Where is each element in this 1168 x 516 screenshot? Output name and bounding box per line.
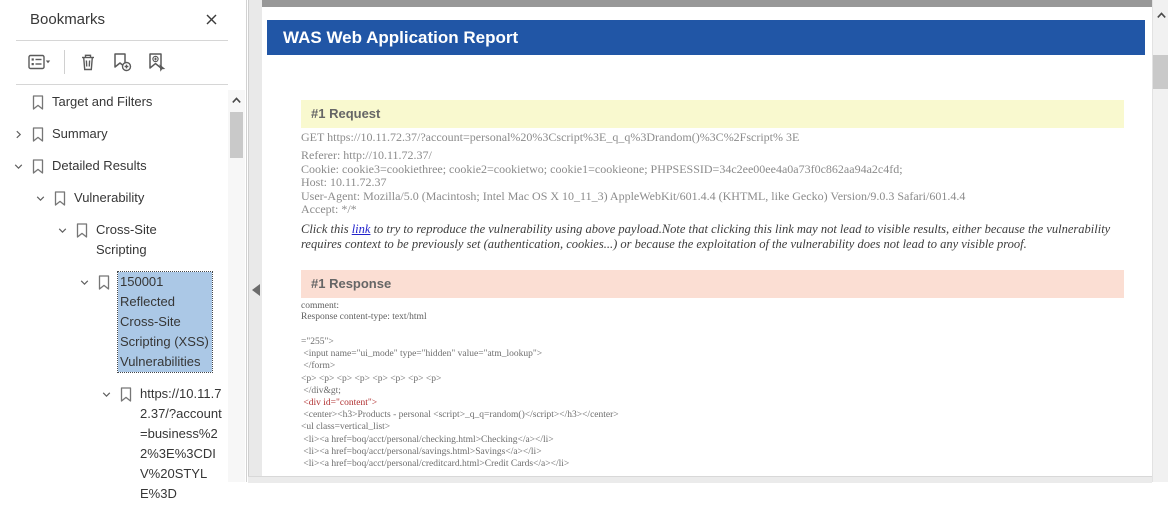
bookmark-icon <box>30 156 46 176</box>
chevron-down-icon[interactable] <box>50 220 74 240</box>
toolbar-divider <box>16 84 228 85</box>
close-panel-button[interactable] <box>205 13 218 26</box>
bookmark-item[interactable]: https://10.11.72.37/?account=business%22… <box>0 384 226 504</box>
bookmark-item[interactable]: 150001 Reflected Cross-Site Scripting (X… <box>0 272 226 372</box>
bookmark-item[interactable]: Detailed Results <box>0 156 226 176</box>
response-section-label: #1 Response <box>301 270 1124 298</box>
bookmark-label: Summary <box>52 124 108 144</box>
code-line: ="255"> <box>301 336 619 348</box>
bookmark-label: Detailed Results <box>52 156 147 176</box>
request-section-label: #1 Request <box>301 100 1124 128</box>
chevron-down-icon[interactable] <box>28 188 52 208</box>
bookmark-label: Vulnerability <box>74 188 144 208</box>
request-header-line: Host: 10.11.72.37 <box>301 176 965 190</box>
bookmarks-panel: Bookmarks Target and Filters Summary Detai… <box>0 0 247 482</box>
toolbar-separator <box>64 50 65 74</box>
new-bookmark-icon[interactable] <box>111 52 133 72</box>
code-line: <center><h3>Products - personal <script>… <box>301 409 619 421</box>
header-divider <box>16 40 228 41</box>
panel-title: Bookmarks <box>30 11 105 28</box>
bookmark-item[interactable]: Summary <box>0 124 226 144</box>
bookmark-icon <box>52 188 68 208</box>
code-line: <div id="content"> <box>301 397 619 409</box>
bookmarks-panel-header: Bookmarks <box>0 0 246 40</box>
response-meta: comment:Response content-type: text/html <box>301 301 427 323</box>
report-title: WAS Web Application Report <box>267 20 1145 55</box>
note-suffix: to try to reproduce the vulnerability us… <box>301 222 1110 251</box>
note-prefix: Click this <box>301 222 352 236</box>
bookmark-label: 150001 Reflected Cross-Site Scripting (X… <box>118 272 212 372</box>
request-header-line: Accept: */* <box>301 203 965 217</box>
response-section-header: #1 Response <box>301 270 1124 298</box>
document-view: WAS Web Application Report #1 Request GE… <box>262 0 1152 482</box>
panel-splitter[interactable] <box>248 0 262 482</box>
delete-bookmark-icon[interactable] <box>78 52 98 72</box>
request-header-line: User-Agent: Mozilla/5.0 (Macintosh; Inte… <box>301 190 965 204</box>
bookmark-label: https://10.11.72.37/?account=business%22… <box>140 384 226 504</box>
bookmark-icon <box>74 220 90 240</box>
bookmark-item[interactable]: Vulnerability <box>0 188 226 208</box>
code-line: </div&gt; <box>301 385 619 397</box>
response-meta-line: comment: <box>301 301 427 312</box>
chevron-spacer <box>6 92 30 112</box>
collapse-panel-button[interactable] <box>252 284 260 296</box>
sidebar-scrollbar-thumb[interactable] <box>230 112 243 158</box>
request-header-line: Referer: http://10.11.72.37/ <box>301 149 965 163</box>
bookmark-icon <box>30 92 46 112</box>
request-headers: Referer: http://10.11.72.37/Cookie: cook… <box>301 149 965 217</box>
chevron-down-icon[interactable] <box>6 156 30 176</box>
sidebar-scrollbar[interactable] <box>228 90 245 482</box>
code-line: <li><a href=boq/acct/personal/creditcard… <box>301 458 619 470</box>
document-top-edge <box>262 0 1152 7</box>
code-line: </form> <box>301 360 619 372</box>
bookmark-icon <box>96 272 112 292</box>
close-icon <box>205 13 218 26</box>
report-title-band: WAS Web Application Report <box>267 20 1145 55</box>
bookmarks-toolbar <box>28 47 168 77</box>
bookmark-label: Cross-Site Scripting <box>96 220 186 260</box>
bookmarks-tree: Target and Filters Summary Detailed Result… <box>0 92 226 516</box>
chevron-down-icon[interactable] <box>72 272 96 292</box>
main-scrollbar[interactable] <box>1152 0 1168 482</box>
main-scrollbar-thumb[interactable] <box>1153 55 1168 89</box>
locate-bookmark-icon[interactable] <box>146 52 168 72</box>
code-line: <p> <p> <p> <p> <p> <p> <p> <p> <box>301 373 619 385</box>
bookmark-item[interactable]: Cross-Site Scripting <box>0 220 226 260</box>
response-meta-line: Response content-type: text/html <box>301 312 427 323</box>
chevron-down-icon[interactable] <box>94 384 118 404</box>
request-header-line: Cookie: cookie3=cookiethree; cookie2=coo… <box>301 163 965 177</box>
bookmark-icon <box>118 384 134 404</box>
bookmark-item[interactable]: Target and Filters <box>0 92 226 112</box>
code-line: <ul class=vertical_list> <box>301 421 619 433</box>
code-line: <li><a href=boq/acct/personal/checking.h… <box>301 434 619 446</box>
reproduce-note: Click this link to try to reproduce the … <box>301 222 1124 251</box>
scroll-up-icon[interactable] <box>1156 11 1167 20</box>
reproduce-link[interactable]: link <box>352 222 371 236</box>
code-line: <input name="ui_mode" type="hidden" valu… <box>301 348 619 360</box>
code-line: <li><a href=boq/acct/personal/savings.ht… <box>301 446 619 458</box>
bookmark-icon <box>30 124 46 144</box>
request-line: GET https://10.11.72.37/?account=persona… <box>301 130 799 145</box>
chevron-right-icon[interactable] <box>6 124 30 144</box>
request-section-header: #1 Request <box>301 100 1124 128</box>
response-code: ="255"> <input name="ui_mode" type="hidd… <box>301 336 619 470</box>
bookmark-label: Target and Filters <box>52 92 152 112</box>
bookmark-options-icon[interactable] <box>28 54 51 70</box>
scroll-up-icon[interactable] <box>231 96 242 105</box>
